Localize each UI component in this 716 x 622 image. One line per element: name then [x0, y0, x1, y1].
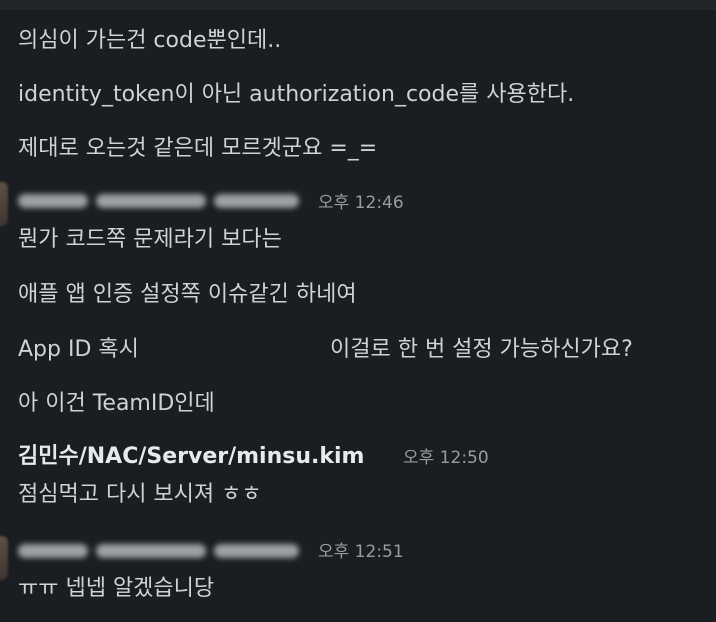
timestamp[interactable]: 오후 12:46: [318, 192, 404, 214]
sender-name-blurred[interactable]: [18, 538, 306, 564]
sender-name[interactable]: 김민수/NAC/Server/minsu.kim: [18, 443, 364, 471]
message-text-app-id: App ID 혹시 이걸로 한 번 설정 가능하신가요?: [18, 336, 716, 366]
message-text-suffix: 이걸로 한 번 설정 가능하신가요?: [330, 337, 633, 362]
message-text-prefix: App ID 혹시: [18, 337, 139, 362]
top-bar: [0, 0, 716, 10]
message-text: identity_token이 아닌 authorization_code를 사…: [18, 82, 575, 107]
redacted-block: [178, 336, 343, 366]
avatar[interactable]: [0, 536, 8, 580]
avatar[interactable]: [0, 182, 8, 226]
message-text: ㅠㅠ 넵넵 알겠습니당: [18, 576, 215, 601]
message-text: 제대로 오는것 같은데 모르겟군요 =_=: [18, 136, 378, 161]
message-text: 의심이 가는건 code뿐인데..: [18, 28, 282, 53]
timestamp[interactable]: 오후 12:50: [403, 447, 489, 469]
message-text: 아 이건 TeamID인데: [18, 391, 215, 416]
message-text: 뭔가 코드쪽 문제라기 보다는: [18, 227, 282, 252]
message-text: 점심먹고 다시 보시져 ㅎㅎ: [18, 482, 262, 507]
timestamp[interactable]: 오후 12:51: [318, 541, 404, 563]
message-text: 애플 앱 인증 설정쪽 이슈같긴 하네여: [18, 282, 357, 307]
sender-name-blurred[interactable]: [18, 188, 306, 214]
